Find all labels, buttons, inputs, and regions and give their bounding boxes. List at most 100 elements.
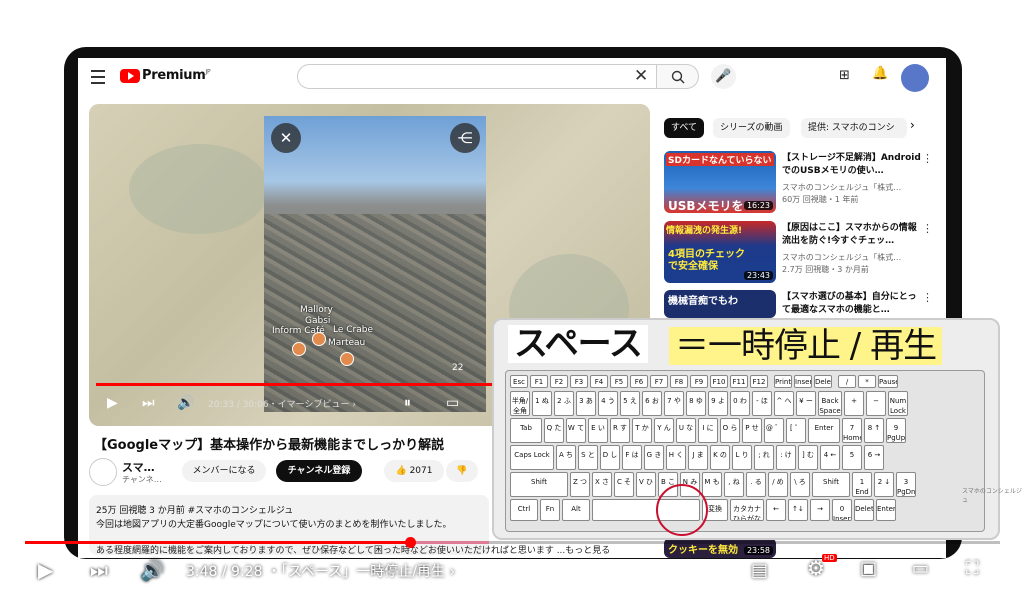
next-icon[interactable]: ⏭ — [90, 558, 108, 582]
bell-icon[interactable]: 🔔 — [872, 66, 888, 81]
keyboard-key: Esc — [510, 375, 528, 388]
player-time: 3:48 / 9:28 ・「スペース」一時停止/再生 › — [186, 564, 456, 580]
dislike-button[interactable]: 👎 — [446, 460, 478, 482]
keyboard-key: Pause Break — [878, 375, 898, 388]
keyboard-key: Q た — [544, 418, 564, 443]
autoplay-toggle-icon[interactable]: ⏸ — [404, 395, 411, 411]
thumbs-down-icon: 👎 — [456, 466, 468, 476]
create-video-icon[interactable]: ⊞ — [839, 68, 850, 83]
search-button[interactable] — [657, 64, 699, 89]
keyboard-key: 5 — [842, 445, 862, 470]
keyboard-key: 1 ぬ — [532, 391, 552, 416]
keyboard-key: L り — [732, 445, 752, 470]
play-icon[interactable]: ▶ — [107, 395, 118, 411]
keyboard-key: Enter — [876, 499, 896, 521]
keyboard-key: 7 や — [664, 391, 684, 416]
subtitles-icon[interactable]: ▭ — [446, 395, 459, 411]
map-pin-icon — [312, 332, 326, 346]
related-channel: スマホのコンシェルジュ「株式… — [782, 183, 902, 192]
keyboard-key: A ち — [556, 445, 576, 470]
keyboard-key: R す — [610, 418, 630, 443]
keyboard-key: 9 PgUp — [886, 418, 906, 443]
fullscreen-icon[interactable]: ⛶ — [966, 558, 979, 579]
related-title[interactable]: 【スマホ選びの基本】自分にとって最適なスマホの機能と… — [782, 291, 922, 317]
keyboard-key: 0 Insert — [832, 499, 852, 521]
keyboard-key: F7 — [650, 375, 668, 388]
caption-key: スペース — [508, 325, 648, 363]
channel-name[interactable]: スマ… — [122, 459, 155, 475]
more-vert-icon[interactable]: ⋮ — [922, 291, 933, 304]
keyboard-key: Delete — [854, 499, 874, 521]
keyboard-key: D し — [600, 445, 620, 470]
related-thumbnail[interactable]: 機械音痴でもわ — [664, 290, 776, 318]
search-input[interactable] — [297, 64, 657, 89]
play-icon[interactable]: ▶ — [38, 558, 53, 582]
like-button[interactable]: 👍 2071 — [384, 460, 444, 482]
chevron-right-icon[interactable]: › — [910, 118, 915, 132]
related-meta: 2.7万 回視聴・3 か月前 — [782, 265, 869, 274]
keyboard-key: Z つ — [570, 472, 590, 497]
join-button[interactable]: メンバーになる — [182, 460, 266, 482]
keyboard-key: E い — [588, 418, 608, 443]
keyboard-key: 9 よ — [708, 391, 728, 416]
keyboard-key: Print Screen — [774, 375, 792, 388]
keyboard-key: Num Lock — [888, 391, 908, 416]
keyboard-key: K の — [710, 445, 730, 470]
keyboard-key: 8 ゆ — [686, 391, 706, 416]
keyboard-key: H く — [666, 445, 686, 470]
search-icon — [671, 70, 685, 84]
keyboard-key: M も — [702, 472, 722, 497]
map-label: Gabsi — [305, 316, 331, 326]
next-icon[interactable]: ⏭ — [142, 395, 155, 411]
subtitles-icon[interactable]: ▤ — [751, 560, 768, 581]
close-icon[interactable]: ✕ — [271, 123, 301, 153]
related-thumbnail[interactable]: SDカードなんていらない USBメモリを 16:23 — [664, 151, 776, 213]
inner-progress-fill — [96, 383, 526, 386]
keyboard-key: F1 — [530, 375, 548, 388]
keyboard-key: − — [866, 391, 886, 416]
keyboard-key: 2 ふ — [554, 391, 574, 416]
youtube-logo-icon[interactable] — [120, 69, 140, 83]
chip-all[interactable]: すべて — [664, 118, 705, 138]
keyboard-key: G き — [644, 445, 664, 470]
progress-scrubber[interactable] — [405, 537, 416, 548]
keyboard-key: Insert — [794, 375, 812, 388]
keyboard-key: F4 — [590, 375, 608, 388]
account-avatar[interactable] — [901, 64, 929, 92]
more-vert-icon[interactable]: ⋮ — [922, 152, 933, 165]
theater-mode-icon[interactable]: ▭ — [912, 558, 929, 579]
keyboard-key: V ひ — [636, 472, 656, 497]
keyboard-key: F は — [622, 445, 642, 470]
keyboard-key: * — [858, 375, 876, 388]
related-title[interactable]: 【ストレージ不足解消】AndroidでのUSBメモリの使い… — [782, 152, 922, 178]
map-label: Mallory — [300, 305, 333, 315]
description-line: ある程度網羅的に機能をご案内しておりますので、ぜひ保存などして困った時などお使い… — [96, 546, 611, 556]
subscribe-button[interactable]: チャンネル登録 — [276, 460, 362, 482]
watermark: スマホのコンシェルジュ — [962, 488, 1022, 504]
keyboard-key: . る — [746, 472, 766, 497]
more-vert-icon[interactable]: ⋮ — [922, 222, 933, 235]
progress-buffer — [409, 541, 489, 544]
keyboard-key: 0 わ — [730, 391, 750, 416]
keyboard-key: F11 — [730, 375, 748, 388]
keyboard-key: P せ — [742, 418, 762, 443]
brand-label[interactable]: PremiumJP — [142, 68, 211, 83]
space-key-highlight — [656, 484, 708, 536]
volume-icon[interactable]: 🔊 — [140, 558, 165, 582]
keyboard-key: I に — [698, 418, 718, 443]
chip-series[interactable]: シリーズの動画 — [713, 118, 790, 138]
menu-icon[interactable] — [91, 70, 105, 84]
chip-provider[interactable]: 提供: スマホのコンシ — [801, 118, 907, 138]
keyboard-key: 4 う — [598, 391, 618, 416]
volume-icon[interactable]: 🔊 — [177, 395, 194, 411]
mic-icon[interactable]: 🎤 — [711, 64, 736, 89]
related-title[interactable]: 【原因はここ】スマホからの情報流出を防ぐ!今すぐチェッ… — [782, 222, 922, 248]
clear-search-icon[interactable]: ✕ — [634, 66, 648, 86]
keyboard-key: 半角/全角 — [510, 391, 530, 416]
miniplayer-icon[interactable]: ▣ — [860, 558, 877, 579]
map-area — [129, 144, 269, 234]
related-thumbnail[interactable]: 情報漏洩の発生源! 4項目のチェックで安全確保 23:43 — [664, 221, 776, 283]
keyboard-key: Shift — [812, 472, 850, 497]
channel-avatar[interactable] — [89, 458, 117, 486]
share-icon[interactable]: ⋲ — [450, 123, 480, 153]
